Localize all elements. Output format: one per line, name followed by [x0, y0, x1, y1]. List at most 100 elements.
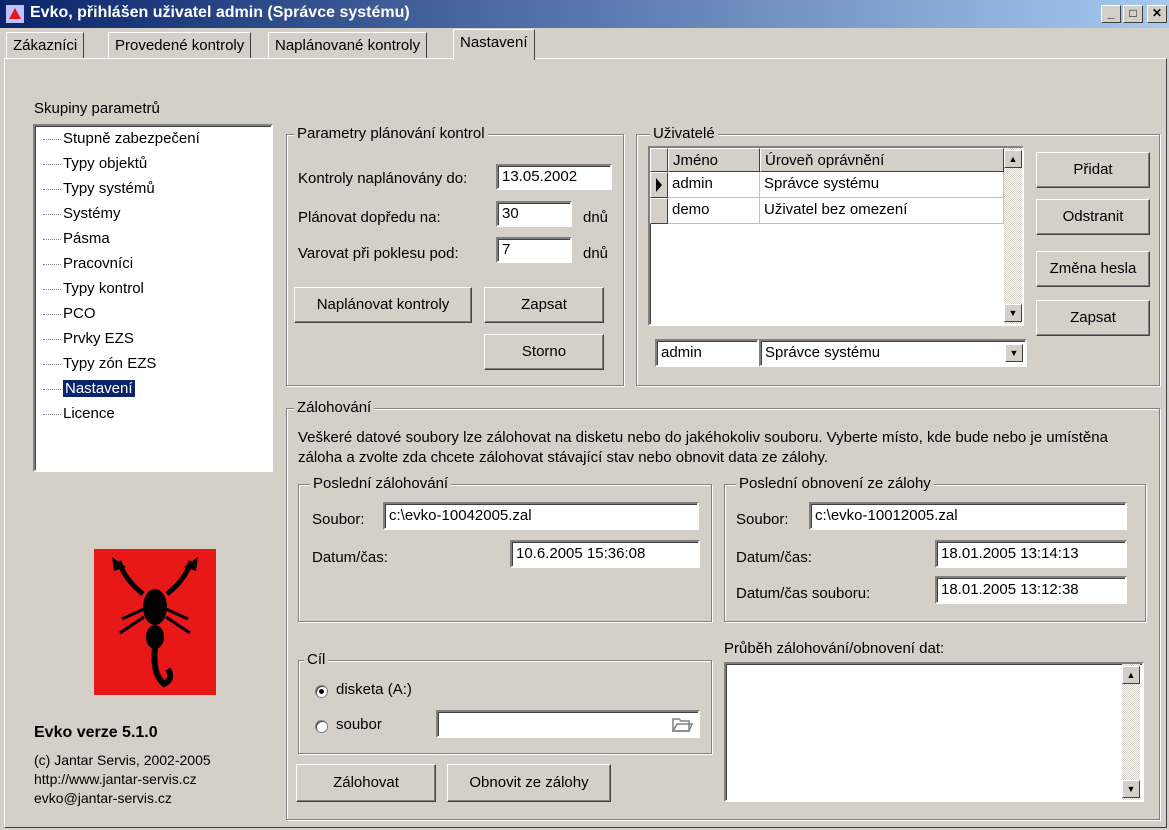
tree-item[interactable]: Nastavení: [43, 378, 135, 402]
tree-item[interactable]: Typy zón EZS: [43, 353, 156, 377]
users-save-button[interactable]: Zapsat: [1036, 300, 1150, 336]
progress-log[interactable]: ▲ ▼: [724, 662, 1144, 802]
scroll-down-icon[interactable]: ▼: [1122, 780, 1140, 798]
tree-item[interactable]: Stupně zabezpečení: [43, 128, 200, 152]
backup-button[interactable]: Zálohovat: [296, 764, 436, 802]
browse-folder-icon[interactable]: [667, 713, 695, 735]
tree-item-label: Prvky EZS: [63, 330, 134, 347]
backup-group-title: Zálohování: [294, 399, 375, 416]
tab-performed-checks[interactable]: Provedené kontroly: [108, 32, 252, 58]
tree-connector: [43, 413, 61, 415]
scroll-down-icon[interactable]: ▼: [1004, 304, 1022, 322]
tree-item[interactable]: Typy objektů: [43, 153, 147, 177]
planned-to-label: Kontroly naplánovány do:: [298, 170, 468, 187]
last-restore-datetime-input[interactable]: 18.01.2005 13:14:13: [935, 540, 1127, 568]
table-cell-level[interactable]: Správce systému: [760, 172, 1004, 198]
window-title: Evko, přihlášen uživatel admin (Správce …: [30, 4, 410, 21]
tree-item-label: Typy objektů: [63, 155, 148, 172]
tree-item-label: Licence: [63, 405, 115, 422]
planning-save-button[interactable]: Zapsat: [484, 287, 604, 323]
tree-connector: [43, 213, 61, 215]
warn-below-unit: dnů: [583, 245, 609, 262]
tree-item[interactable]: Pracovníci: [43, 253, 133, 277]
plan-ahead-unit: dnů: [583, 209, 609, 226]
last-backup-file-label: Soubor:: [312, 511, 365, 528]
tree-item-label: Pásma: [63, 230, 110, 247]
app-version: Evko verze 5.1.0: [34, 724, 158, 741]
tree-connector: [43, 388, 61, 390]
tree-connector: [43, 313, 61, 315]
app-icon: [6, 5, 24, 23]
tree-item[interactable]: Pásma: [43, 228, 110, 252]
change-password-button[interactable]: Změna hesla: [1036, 251, 1150, 287]
tree-item[interactable]: Systémy: [43, 203, 121, 227]
row-indicator: [650, 172, 668, 198]
minimize-button[interactable]: _: [1101, 5, 1121, 23]
tree-item-label: Typy zón EZS: [63, 355, 157, 372]
users-group-title: Uživatelé: [650, 125, 718, 142]
user-name-input[interactable]: admin: [655, 339, 759, 367]
floppy-radio-label: disketa (A:): [336, 681, 412, 698]
users-grid[interactable]: Jméno Úroveň oprávnění admin Správce sys…: [648, 146, 1024, 326]
remove-user-button[interactable]: Odstranit: [1036, 199, 1150, 235]
tree-item-label: Systémy: [63, 205, 121, 222]
user-level-select[interactable]: Správce systému ▼: [759, 339, 1027, 367]
tab-settings[interactable]: Nastavení: [453, 29, 535, 60]
last-restore-filetime-label: Datum/čas souboru:: [736, 585, 871, 602]
tree-item[interactable]: PCO: [43, 303, 96, 327]
tree-connector: [43, 238, 61, 240]
parameter-groups-title: Skupiny parametrů: [34, 100, 160, 117]
website-text: http://www.jantar-servis.cz: [34, 771, 197, 787]
plan-ahead-input[interactable]: 30: [496, 201, 572, 227]
add-user-button[interactable]: Přidat: [1036, 152, 1150, 188]
tree-connector: [43, 338, 61, 340]
last-backup-datetime-input[interactable]: 10.6.2005 15:36:08: [510, 540, 700, 568]
file-radio[interactable]: [315, 720, 328, 733]
target-file-input[interactable]: [436, 710, 700, 738]
tree-item-label: PCO: [63, 305, 96, 322]
tree-item[interactable]: Typy kontrol: [43, 278, 144, 302]
restore-button[interactable]: Obnovit ze zálohy: [447, 764, 611, 802]
column-header-level[interactable]: Úroveň oprávnění: [760, 148, 1004, 172]
planning-cancel-button[interactable]: Storno: [484, 334, 604, 370]
last-backup-title: Poslední zálohování: [310, 475, 452, 492]
table-cell-name[interactable]: admin: [668, 172, 760, 198]
tree-connector: [43, 188, 61, 190]
last-restore-title: Poslední obnovení ze zálohy: [736, 475, 934, 492]
tree-item[interactable]: Licence: [43, 403, 115, 427]
tree-item-label: Stupně zabezpečení: [63, 130, 200, 147]
tree-item[interactable]: Typy systémů: [43, 178, 155, 202]
plan-checks-button[interactable]: Naplánovat kontroly: [294, 287, 472, 323]
scroll-up-icon[interactable]: ▲: [1004, 150, 1022, 168]
tree-connector: [43, 363, 61, 365]
column-header-name[interactable]: Jméno: [668, 148, 760, 172]
tree-connector: [43, 163, 61, 165]
tab-planned-checks[interactable]: Naplánované kontroly: [268, 32, 428, 58]
current-row-arrow-icon: [656, 178, 662, 192]
users-grid-scrollbar[interactable]: [1004, 148, 1022, 324]
tree-item-label: Typy systémů: [63, 180, 155, 197]
tree-connector: [43, 263, 61, 265]
row-indicator: [650, 198, 668, 224]
tab-customers[interactable]: Zákazníci: [6, 32, 85, 58]
last-backup-file-input[interactable]: c:\evko-10042005.zal: [383, 502, 699, 530]
last-restore-file-label: Soubor:: [736, 511, 789, 528]
dropdown-arrow-icon[interactable]: ▼: [1005, 344, 1023, 362]
maximize-button[interactable]: □: [1123, 5, 1143, 23]
scroll-up-icon[interactable]: ▲: [1122, 666, 1140, 684]
planned-to-input[interactable]: 13.05.2002: [496, 164, 612, 190]
copyright-text: (c) Jantar Servis, 2002-2005: [34, 752, 211, 768]
tree-item-label: Pracovníci: [63, 255, 134, 272]
close-button[interactable]: ✕: [1147, 5, 1167, 23]
tree-item[interactable]: Prvky EZS: [43, 328, 134, 352]
parameter-groups-tree[interactable]: Stupně zabezpečení Typy objektů Typy systé…: [33, 124, 273, 472]
table-cell-level[interactable]: Uživatel bez omezení: [760, 198, 1004, 224]
warn-below-input[interactable]: 7: [496, 237, 572, 263]
tree-connector: [43, 138, 61, 140]
floppy-radio[interactable]: [315, 685, 328, 698]
window-titlebar[interactable]: Evko, přihlášen uživatel admin (Správce …: [0, 0, 1169, 28]
last-restore-file-input[interactable]: c:\evko-10012005.zal: [809, 502, 1127, 530]
last-restore-filetime-input[interactable]: 18.01.2005 13:12:38: [935, 576, 1127, 604]
table-cell-name[interactable]: demo: [668, 198, 760, 224]
tree-item-label: Typy kontrol: [63, 280, 144, 297]
